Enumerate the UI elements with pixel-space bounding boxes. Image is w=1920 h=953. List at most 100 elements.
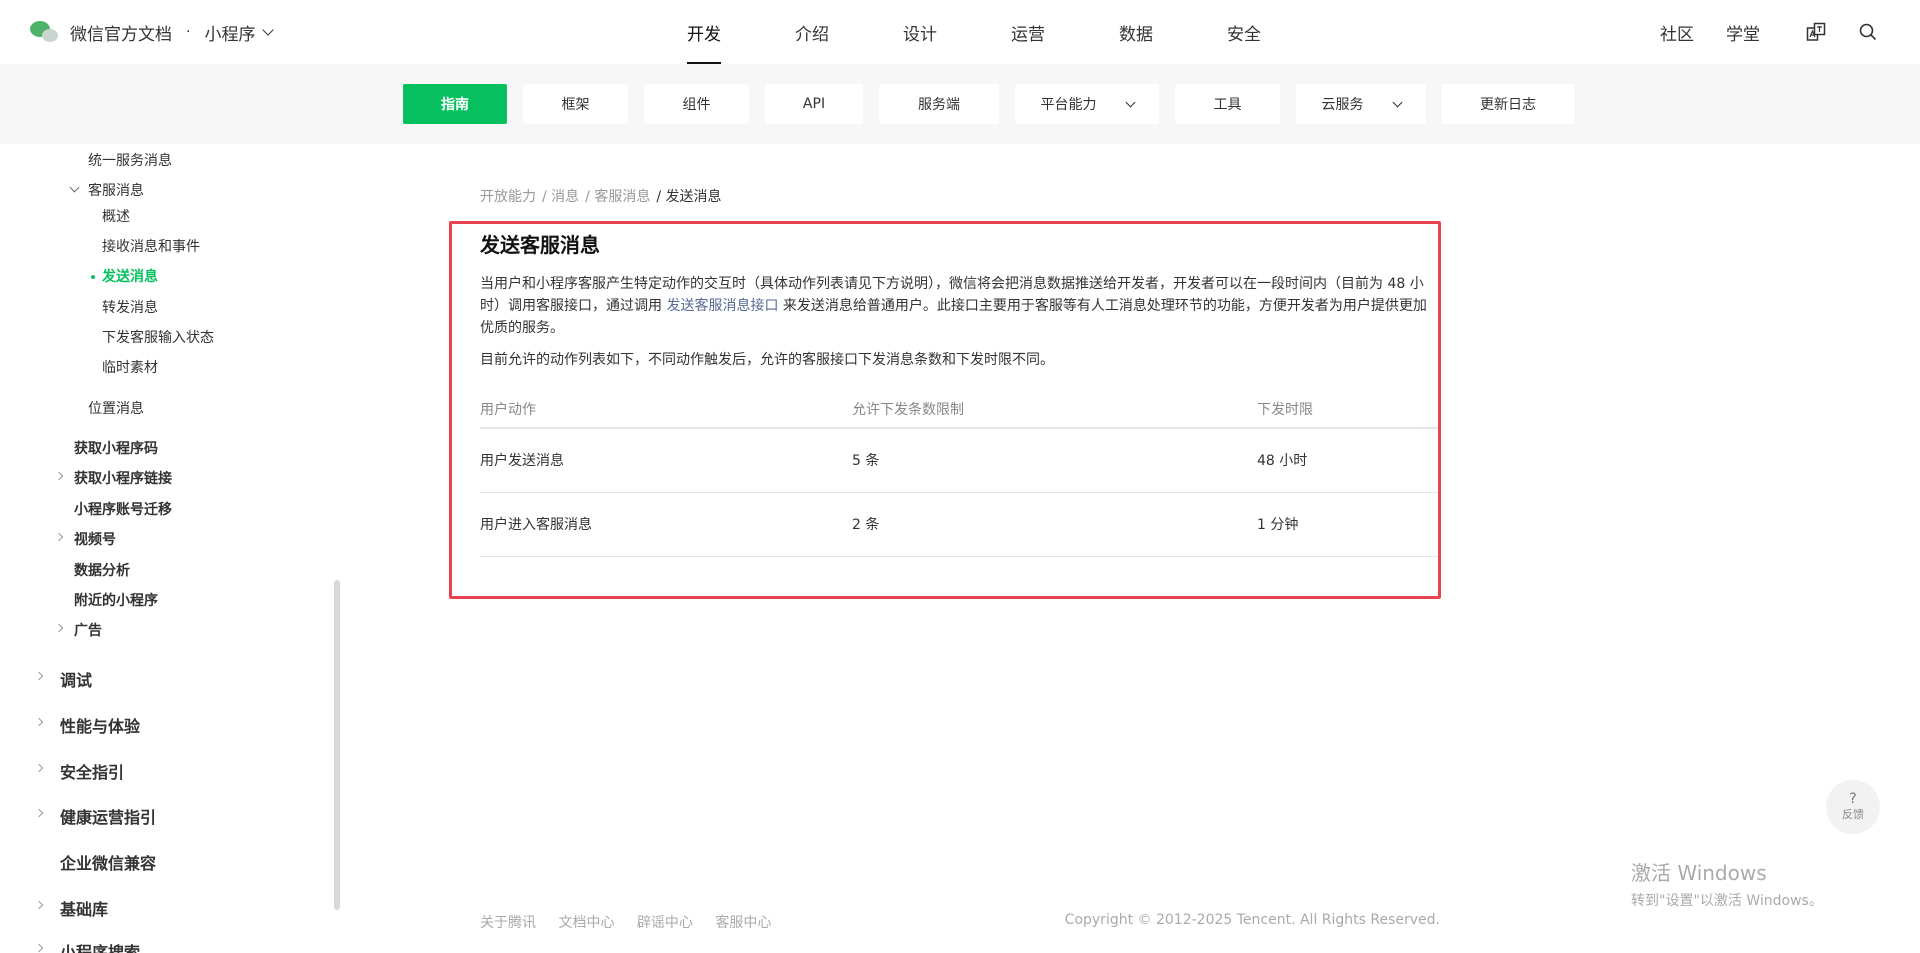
- nav-intro[interactable]: 介绍: [758, 0, 866, 64]
- table-row: 用户发送消息 5 条 48 小时: [480, 428, 1438, 493]
- table-cell: 2 条: [852, 492, 1257, 557]
- sub-nav-bar: 指南 框架 组件 API 服务端 平台能力 工具 云服务 更新日志: [0, 64, 1920, 144]
- footer-link-rumor[interactable]: 辟谣中心: [637, 915, 693, 931]
- table-cell: 5 条: [852, 428, 1257, 493]
- chevron-right-icon[interactable]: [34, 763, 44, 773]
- sidebar: 统一服务消息 客服消息 概述 接收消息和事件 发送消息 转发消息 下发客服输入状…: [0, 144, 340, 953]
- right-nav: 社区 学堂: [1660, 0, 1880, 64]
- footer-link-about[interactable]: 关于腾讯: [480, 915, 536, 931]
- sidebar-item-performance[interactable]: 性能与体验: [60, 713, 140, 737]
- academy-link[interactable]: 学堂: [1726, 20, 1760, 45]
- nav-data[interactable]: 数据: [1082, 0, 1190, 64]
- tab-framework[interactable]: 框架: [523, 84, 628, 124]
- translate-icon[interactable]: [1804, 20, 1828, 44]
- breadcrumb-current: / 发送消息: [656, 189, 722, 205]
- nav-develop[interactable]: 开发: [650, 0, 758, 64]
- chevron-right-icon[interactable]: [54, 471, 64, 481]
- product-switcher[interactable]: 小程序: [204, 20, 275, 45]
- nav-design[interactable]: 设计: [866, 0, 974, 64]
- search-icon[interactable]: [1856, 20, 1880, 44]
- windows-activation-watermark: 激活 Windows 转到"设置"以激活 Windows。: [1631, 857, 1823, 910]
- sidebar-item-send-message[interactable]: 发送消息: [102, 266, 158, 286]
- chevron-right-icon[interactable]: [34, 808, 44, 818]
- footer-link-docs[interactable]: 文档中心: [558, 915, 614, 931]
- watermark-line-1: 激活 Windows: [1631, 861, 1767, 885]
- tab-changelog[interactable]: 更新日志: [1442, 84, 1574, 124]
- tab-cloud-services[interactable]: 云服务: [1296, 84, 1426, 124]
- tab-server[interactable]: 服务端: [879, 84, 999, 124]
- sidebar-item-debug[interactable]: 调试: [60, 667, 92, 691]
- send-cs-message-api-link[interactable]: 发送客服消息接口: [666, 298, 778, 314]
- sidebar-item-nearby[interactable]: 附近的小程序: [74, 590, 158, 610]
- sidebar-item-get-qrcode[interactable]: 获取小程序码: [74, 438, 158, 458]
- sidebar-item-forward-message[interactable]: 转发消息: [102, 297, 158, 317]
- watermark-line-2: 转到"设置"以激活 Windows。: [1631, 893, 1823, 909]
- sidebar-item-account-migration[interactable]: 小程序账号迁移: [74, 499, 172, 519]
- tab-guide[interactable]: 指南: [403, 84, 507, 124]
- tab-components[interactable]: 组件: [644, 84, 749, 124]
- copyright: Copyright © 2012-2025 Tencent. All Right…: [1064, 912, 1440, 928]
- intro-paragraph: 当用户和小程序客服产生特定动作的交互时（具体动作列表请见下方说明），微信将会把消…: [480, 273, 1430, 339]
- chevron-right-icon[interactable]: [34, 943, 44, 953]
- column-header-limit: 允许下发条数限制: [852, 390, 1257, 429]
- brand-separator: ·: [186, 24, 191, 40]
- community-link[interactable]: 社区: [1660, 20, 1694, 45]
- chevron-down-icon: [262, 24, 275, 36]
- sidebar-scrollbar[interactable]: [334, 580, 340, 910]
- table-cell: 1 分钟: [1257, 492, 1438, 557]
- chevron-right-icon[interactable]: [34, 717, 44, 727]
- table-cell: 用户发送消息: [480, 428, 852, 493]
- chevron-down-icon[interactable]: [69, 182, 80, 193]
- chevron-right-icon[interactable]: [34, 671, 44, 681]
- nav-operations[interactable]: 运营: [974, 0, 1082, 64]
- feedback-label: 反馈: [1842, 808, 1864, 821]
- chevron-right-icon[interactable]: [54, 623, 64, 633]
- sidebar-item-get-link[interactable]: 获取小程序链接: [74, 468, 172, 488]
- column-header-time: 下发时限: [1257, 390, 1438, 429]
- sub-nav: 指南 框架 组件 API 服务端 平台能力 工具 云服务 更新日志: [403, 84, 1590, 124]
- tab-api[interactable]: API: [765, 84, 863, 124]
- sidebar-item-security-guide[interactable]: 安全指引: [60, 759, 124, 783]
- sidebar-item-channels[interactable]: 视频号: [74, 529, 116, 549]
- breadcrumb-customer-service[interactable]: / 客服消息: [585, 186, 650, 206]
- main-nav: 开发 介绍 设计 运营 数据 安全: [650, 0, 1298, 64]
- footer: 关于腾讯 文档中心 辟谣中心 客服中心 Copyright © 2012-202…: [480, 912, 1440, 932]
- sidebar-item-customer-service-message[interactable]: 客服消息: [88, 180, 144, 200]
- sidebar-item-search[interactable]: 小程序搜索: [60, 939, 140, 953]
- tab-platform-capabilities[interactable]: 平台能力: [1015, 84, 1159, 124]
- sidebar-item-temp-media[interactable]: 临时素材: [102, 357, 158, 377]
- chevron-right-icon[interactable]: [54, 532, 64, 542]
- breadcrumb-open-capabilities[interactable]: 开放能力: [480, 186, 536, 206]
- nav-security[interactable]: 安全: [1190, 0, 1298, 64]
- top-nav-bar: 微信官方文档 · 小程序 开发 介绍 设计 运营 数据 安全 社区 学堂: [0, 0, 1920, 64]
- brand-title[interactable]: 微信官方文档: [70, 20, 172, 45]
- chevron-down-icon: [1392, 97, 1402, 107]
- breadcrumb-messages[interactable]: / 消息: [542, 186, 579, 206]
- active-indicator-icon: [91, 275, 95, 279]
- actions-paragraph: 目前允许的动作列表如下，不同动作触发后，允许的客服接口下发消息条数和下发时限不同…: [480, 352, 1054, 368]
- sidebar-item-overview[interactable]: 概述: [102, 206, 130, 226]
- sidebar-item-base-library[interactable]: 基础库: [60, 896, 108, 920]
- sidebar-item-typing-status[interactable]: 下发客服输入状态: [102, 327, 214, 347]
- sidebar-item-ads[interactable]: 广告: [74, 620, 102, 640]
- chevron-right-icon[interactable]: [34, 900, 44, 910]
- sidebar-item-data-analysis[interactable]: 数据分析: [74, 560, 130, 580]
- table-header-row: 用户动作 允许下发条数限制 下发时限: [480, 390, 1438, 429]
- actions-table: 用户动作 允许下发条数限制 下发时限 用户发送消息 5 条 48 小时 用户进入…: [480, 390, 1438, 557]
- breadcrumb: 开放能力 / 消息 / 客服消息 / 发送消息: [480, 186, 728, 206]
- tab-cloud-services-label: 云服务: [1321, 97, 1364, 113]
- tab-tools[interactable]: 工具: [1175, 84, 1280, 124]
- column-header-action: 用户动作: [480, 390, 852, 429]
- sidebar-item-receive-messages[interactable]: 接收消息和事件: [102, 236, 200, 256]
- chevron-down-icon: [1125, 97, 1135, 107]
- question-icon: ?: [1849, 791, 1857, 807]
- page-title: 发送客服消息: [480, 233, 600, 257]
- sidebar-item-wecom-compat[interactable]: 企业微信兼容: [60, 850, 156, 874]
- sidebar-item-unified-service-message[interactable]: 统一服务消息: [88, 150, 172, 170]
- sidebar-item-health-guide[interactable]: 健康运营指引: [60, 804, 156, 828]
- table-cell: 48 小时: [1257, 428, 1438, 493]
- sidebar-item-location-message[interactable]: 位置消息: [88, 398, 144, 418]
- feedback-button[interactable]: ? 反馈: [1826, 780, 1880, 834]
- footer-link-support[interactable]: 客服中心: [715, 915, 771, 931]
- brand[interactable]: 微信官方文档 · 小程序: [30, 18, 275, 46]
